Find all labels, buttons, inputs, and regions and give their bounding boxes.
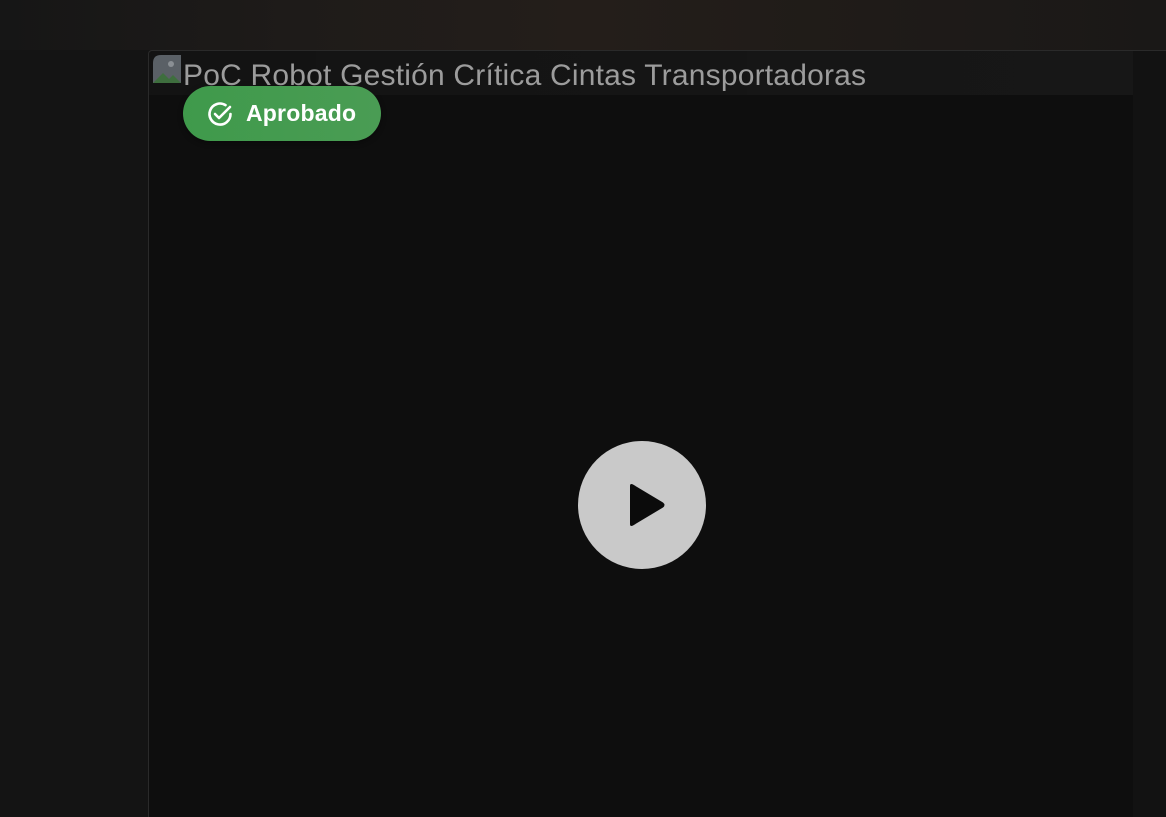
video-player[interactable]: PoC Robot Gestión Crítica Cintas Transpo… — [148, 50, 1166, 817]
play-icon — [630, 484, 665, 526]
top-bar — [0, 0, 1166, 50]
play-button[interactable] — [578, 441, 706, 569]
status-badge: Aprobado — [183, 86, 382, 141]
status-label: Aprobado — [246, 100, 357, 126]
check-circle-icon — [208, 101, 232, 126]
broken-image-icon — [153, 55, 181, 83]
